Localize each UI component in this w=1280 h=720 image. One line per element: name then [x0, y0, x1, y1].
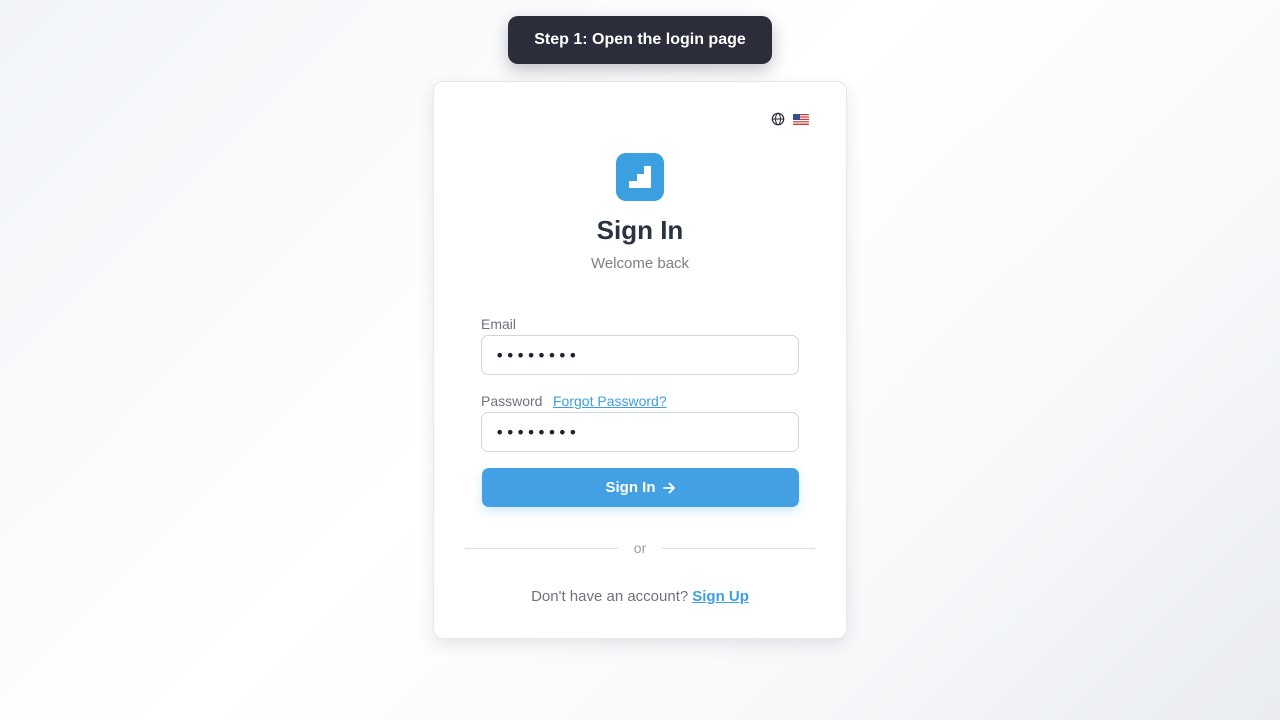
page-title: Sign In — [596, 215, 684, 245]
step-banner: Step 1: Open the login page — [508, 16, 772, 64]
page-subtitle: Welcome back — [590, 255, 690, 272]
arrow-right-icon — [662, 482, 675, 493]
sign-in-button[interactable]: Sign In — [482, 468, 799, 507]
stairs-logo-icon — [629, 166, 651, 188]
divider-line-right — [662, 547, 816, 549]
divider-text: or — [633, 540, 647, 556]
signup-prompt-text: Don't have an account? — [531, 588, 689, 605]
forgot-password-link[interactable]: Forgot Password? — [553, 393, 667, 409]
password-field[interactable] — [481, 412, 799, 452]
email-field[interactable] — [481, 335, 799, 375]
step-banner-text: Step 1: Open the login page — [534, 31, 746, 48]
language-selector[interactable] — [771, 112, 809, 126]
signup-prompt: Don't have an account? Sign Up — [434, 588, 846, 605]
sign-up-link[interactable]: Sign Up — [692, 588, 749, 605]
globe-icon[interactable] — [771, 112, 785, 126]
us-flag-icon[interactable] — [793, 113, 809, 125]
divider-line-left — [465, 547, 618, 549]
or-divider: or — [465, 538, 816, 558]
login-card: Sign In Welcome back Email Password Forg… — [433, 81, 847, 639]
app-logo — [616, 153, 664, 201]
password-label: Password — [481, 393, 543, 409]
sign-in-button-label: Sign In — [605, 479, 656, 496]
email-label: Email — [481, 316, 517, 332]
